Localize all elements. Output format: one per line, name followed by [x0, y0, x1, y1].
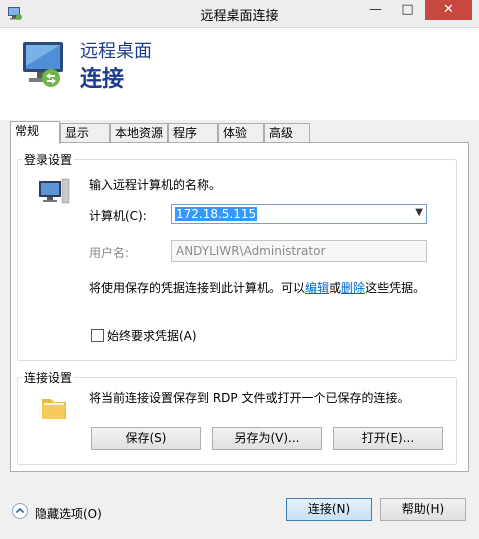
delete-credentials-link[interactable]: 删除 [341, 281, 365, 295]
general-tab-panel: 登录设置 输入远程计算机的名称。 计算机(C): 172.18.5.115 ▼ … [10, 142, 469, 472]
saved-credentials-text: 将使用保存的凭据连接到此计算机。可以编辑或删除这些凭据。 [89, 279, 425, 296]
creds-or-text: 或 [329, 281, 342, 295]
computer-label: 计算机(C): [89, 209, 147, 223]
edit-credentials-link[interactable]: 编辑 [305, 281, 329, 295]
maximize-button[interactable]: □ [392, 0, 423, 20]
chevron-up-icon [15, 507, 25, 514]
login-settings-legend: 登录设置 [24, 153, 73, 167]
close-button[interactable]: ✕ [425, 0, 472, 20]
connection-settings-legend: 连接设置 [24, 371, 73, 385]
hide-options-toggle[interactable] [12, 503, 28, 519]
header-title-line2: 连接 [80, 67, 125, 92]
minimize-button[interactable]: — [360, 0, 391, 20]
connect-button[interactable]: 连接(N) [286, 498, 372, 521]
always-ask-credentials-label[interactable]: 始终要求凭据(A) [107, 327, 197, 344]
always-ask-credentials-checkbox[interactable] [91, 329, 104, 342]
login-instruction: 输入远程计算机的名称。 [89, 178, 222, 192]
connection-settings-group: 连接设置 [17, 369, 457, 465]
computer-combobox[interactable]: 172.18.5.115 ▼ [171, 204, 427, 224]
save-button[interactable]: 保存(S) [91, 427, 201, 450]
username-label: 用户名: [89, 246, 130, 260]
username-field: ANDYLIWR\Administrator [171, 240, 427, 262]
header-title-line1: 远程桌面 [80, 41, 152, 62]
hide-options-label[interactable]: 隐藏选项(O) [35, 505, 102, 522]
tab-advanced[interactable]: 高级 [264, 123, 310, 143]
tab-programs[interactable]: 程序 [168, 123, 218, 143]
help-button[interactable]: 帮助(H) [380, 498, 466, 521]
remote-desktop-logo-icon [23, 42, 63, 87]
computer-icon [39, 178, 70, 204]
save-as-button[interactable]: 另存为(V)... [212, 427, 322, 450]
chevron-down-icon[interactable]: ▼ [415, 207, 423, 218]
creds-text-end: 这些凭据。 [365, 281, 426, 295]
tab-general[interactable]: 常规 [10, 121, 60, 144]
header-banner: 远程桌面 连接 [0, 28, 479, 120]
folder-icon [42, 399, 66, 419]
tab-local-resources[interactable]: 本地资源 [110, 123, 168, 143]
tab-experience[interactable]: 体验 [218, 123, 264, 143]
tab-display[interactable]: 显示 [60, 123, 110, 143]
title-bar: 远程桌面连接 — □ ✕ [0, 0, 479, 28]
creds-text-start: 将使用保存的凭据连接到此计算机。可以 [89, 281, 306, 295]
computer-value: 172.18.5.115 [175, 207, 258, 221]
connection-settings-description: 将当前连接设置保存到 RDP 文件或打开一个已保存的连接。 [89, 391, 410, 405]
open-button[interactable]: 打开(E)... [333, 427, 443, 450]
